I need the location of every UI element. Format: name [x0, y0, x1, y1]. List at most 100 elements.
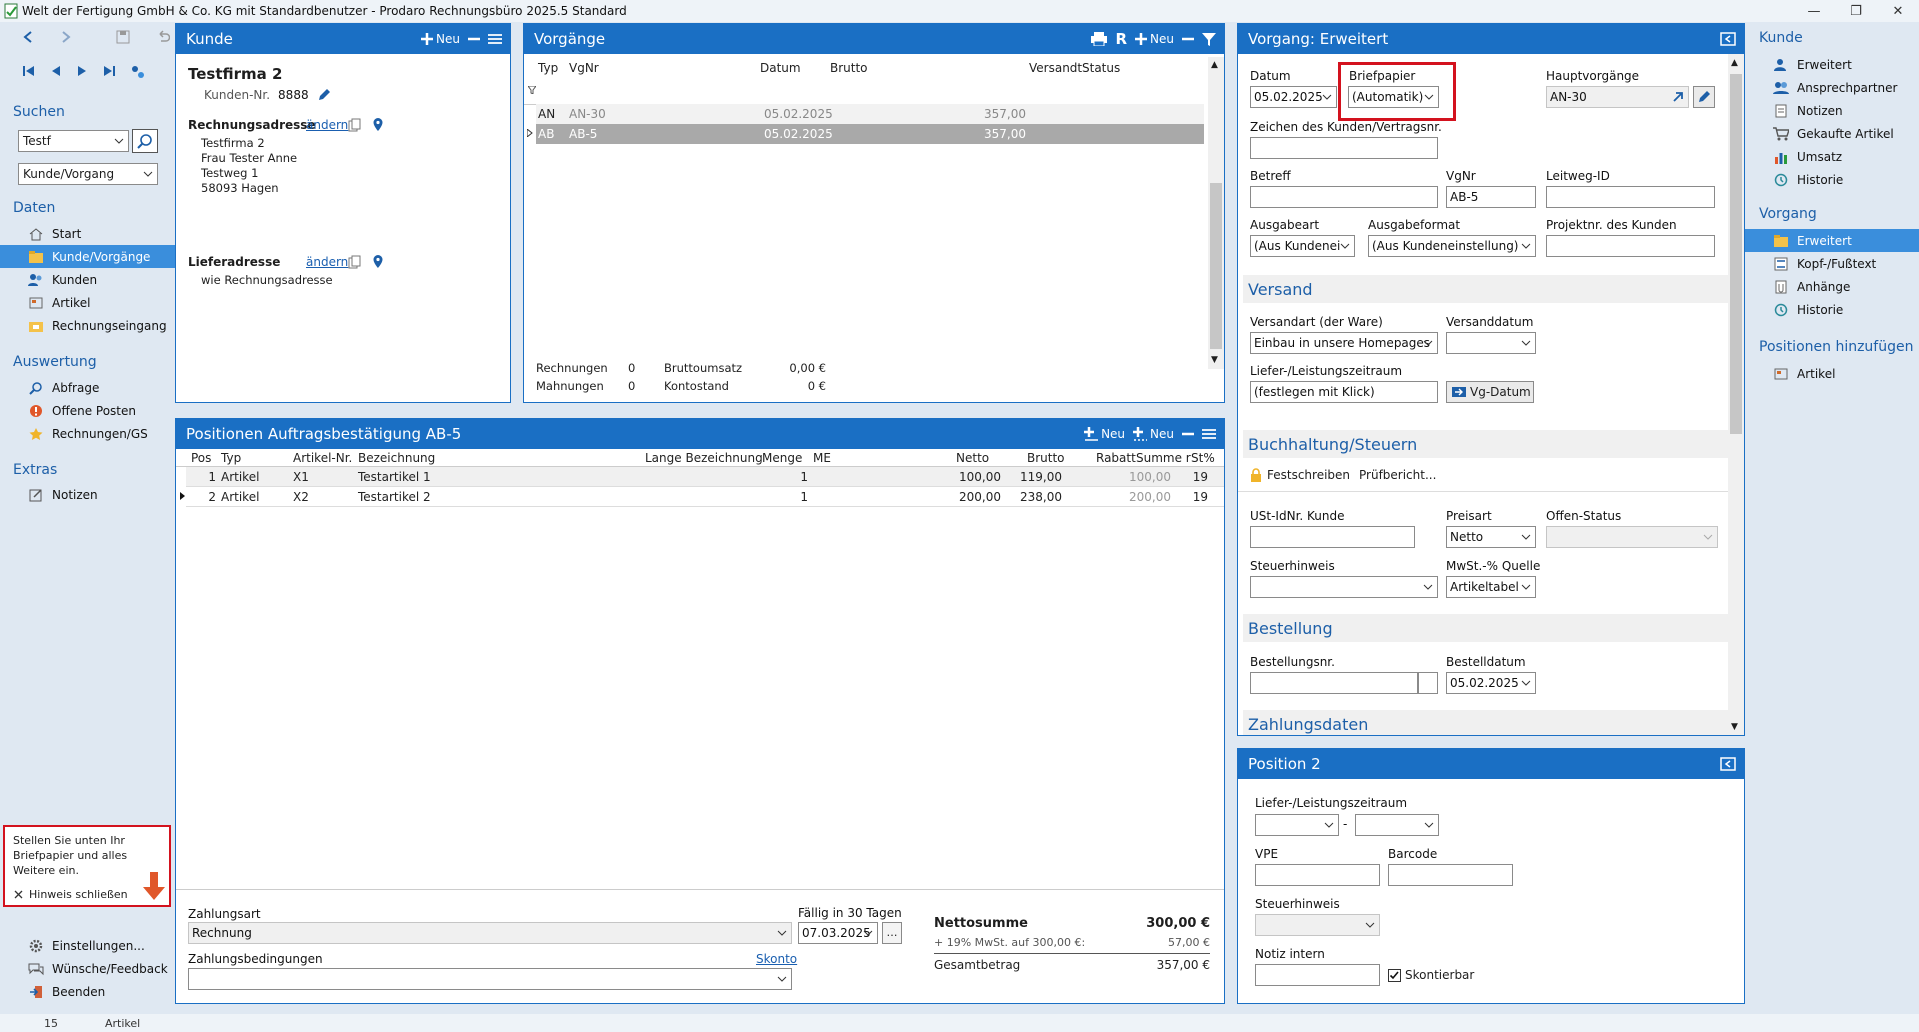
col-netto[interactable]: Netto — [956, 451, 989, 465]
table-row[interactable]: 1 Artikel X1 Testartikel 1 1 100,00 119,… — [186, 467, 1224, 487]
right-kopf-fusstext[interactable]: Kopf-/Fußtext — [1745, 252, 1919, 275]
vorgang-new-button[interactable]: Neu — [1135, 32, 1174, 46]
kunde-new-button[interactable]: Neu — [421, 32, 460, 46]
minus-icon[interactable] — [1182, 428, 1194, 440]
col-menge[interactable]: Menge — [762, 451, 802, 465]
vg-datum-button[interactable]: Vg-Datum — [1446, 381, 1534, 403]
panel-toggle-icon[interactable] — [1720, 32, 1736, 46]
previous-record-icon[interactable] — [50, 65, 62, 77]
right-umsatz[interactable]: Umsatz — [1745, 145, 1919, 168]
table-row[interactable]: 2 Artikel X2 Testartikel 2 1 200,00 238,… — [186, 487, 1224, 507]
right-anhaenge[interactable]: Anhänge — [1745, 275, 1919, 298]
vgnr-input[interactable]: AB-5 — [1446, 186, 1536, 208]
nav-einstellungen[interactable]: Einstellungen... — [0, 934, 175, 957]
search-scope-select[interactable]: Kunde/Vorgang — [18, 163, 158, 185]
first-record-icon[interactable] — [22, 65, 36, 77]
zeichen-input[interactable] — [1250, 137, 1438, 159]
notiz-intern-input[interactable] — [1255, 964, 1380, 986]
minimize-button[interactable]: — — [1793, 0, 1835, 22]
scroll-thumb[interactable] — [1730, 74, 1742, 434]
col-typ[interactable]: Typ — [221, 451, 241, 465]
right-kunde-historie[interactable]: Historie — [1745, 168, 1919, 191]
right-kunde-erweitert[interactable]: Erweitert — [1745, 53, 1919, 76]
nav-notizen[interactable]: Notizen — [0, 483, 175, 506]
nav-feedback[interactable]: Wünsche/Feedback — [0, 957, 175, 980]
scroll-down-icon[interactable]: ▼ — [1211, 355, 1218, 365]
nav-kunden[interactable]: Kunden — [0, 268, 175, 291]
pencil-icon[interactable] — [317, 88, 331, 102]
col-typ[interactable]: Typ — [538, 61, 558, 75]
related-records-icon[interactable] — [130, 65, 146, 79]
nav-offene-posten[interactable]: Offene Posten — [0, 399, 175, 422]
betreff-input[interactable] — [1250, 186, 1438, 208]
barcode-input[interactable] — [1388, 864, 1513, 886]
hauptvorgaenge-edit-button[interactable] — [1693, 86, 1715, 108]
nav-start[interactable]: Start — [0, 222, 175, 245]
versandart-select[interactable]: Einbau in unsere Homepages — [1250, 332, 1438, 354]
zahlungsart-select[interactable]: Rechnung — [188, 922, 792, 944]
position-insert-button[interactable]: Neu — [1133, 427, 1174, 441]
col-steuer[interactable]: St% — [1191, 451, 1215, 465]
bestellungsnr-extra-button[interactable] — [1418, 672, 1438, 694]
faellig-options-button[interactable]: … — [882, 922, 902, 944]
bestellungsnr-input[interactable] — [1250, 672, 1418, 694]
col-brutto[interactable]: Brutto — [830, 61, 868, 75]
ust-idnr-input[interactable] — [1250, 526, 1415, 548]
faellig-date[interactable]: 07.03.2025 — [798, 922, 878, 944]
nav-kunde-vorgaenge[interactable]: Kunde/Vorgänge — [0, 245, 175, 268]
scroll-up-icon[interactable]: ▲ — [1731, 58, 1738, 68]
scroll-thumb[interactable] — [1210, 183, 1222, 349]
nav-rechnungseingang[interactable]: Rechnungseingang — [0, 314, 175, 337]
vorgaenge-scrollbar[interactable]: ▲ ▼ — [1208, 57, 1224, 369]
filter-row-icon[interactable] — [528, 86, 536, 94]
menu-icon[interactable] — [1202, 428, 1216, 440]
right-notizen[interactable]: Notizen — [1745, 99, 1919, 122]
last-record-icon[interactable] — [102, 65, 116, 77]
briefpapier-select[interactable]: (Automatik) — [1348, 86, 1439, 108]
steuerhinweis-select[interactable] — [1250, 576, 1438, 598]
col-pos[interactable]: Pos — [191, 451, 211, 465]
ausgabeart-select[interactable]: (Aus Kundeneir — [1250, 235, 1355, 257]
skonto-link[interactable]: Skonto — [756, 952, 797, 966]
col-bezeichnung[interactable]: Bezeichnung — [358, 451, 435, 465]
preisart-select[interactable]: Netto — [1446, 526, 1536, 548]
lieferadresse-change-link[interactable]: ändern — [306, 255, 348, 269]
copy-icon[interactable] — [348, 255, 362, 269]
hint-close-button[interactable]: Hinweis schließen — [14, 888, 128, 901]
col-summe[interactable]: Summe r — [1136, 451, 1191, 465]
nav-rechnungen-gs[interactable]: Rechnungen/GS — [0, 422, 175, 445]
ausgabeformat-select[interactable]: (Aus Kundeneinstellung) — [1368, 235, 1536, 257]
nav-abfrage[interactable]: Abfrage — [0, 376, 175, 399]
rechnungsadresse-change-link[interactable]: ändern — [306, 118, 348, 132]
pos-leistung-bis[interactable] — [1355, 814, 1439, 836]
datum-input[interactable]: 05.02.2025 — [1250, 86, 1337, 108]
map-pin-icon[interactable] — [372, 254, 384, 269]
close-button[interactable]: ✕ — [1877, 0, 1919, 22]
pos-steuerhinweis-select[interactable] — [1255, 914, 1380, 936]
mwst-quelle-select[interactable]: Artikeltabelle — [1446, 576, 1536, 598]
col-lange-bezeichnung[interactable]: Lange Bezeichnung — [645, 451, 763, 465]
undo-icon[interactable] — [156, 30, 170, 44]
report-icon[interactable]: R — [1115, 30, 1127, 48]
filter-icon[interactable] — [1202, 32, 1216, 46]
nav-beenden[interactable]: Beenden — [0, 980, 175, 1003]
right-vorgang-historie[interactable]: Historie — [1745, 298, 1919, 321]
right-vorgang-erweitert[interactable]: Erweitert — [1745, 229, 1919, 252]
projektnr-input[interactable] — [1546, 235, 1715, 257]
map-pin-icon[interactable] — [372, 117, 384, 132]
versanddatum-input[interactable] — [1446, 332, 1536, 354]
minus-icon[interactable] — [1182, 33, 1194, 45]
col-rabatt[interactable]: Rabatt — [1096, 451, 1136, 465]
col-artikel-nr[interactable]: Artikel-Nr. — [293, 451, 352, 465]
next-record-icon[interactable] — [76, 65, 88, 77]
pos-leistung-von[interactable] — [1255, 814, 1339, 836]
maximize-button[interactable]: ❐ — [1835, 0, 1877, 22]
pruefbericht-button[interactable]: Prüfbericht... — [1359, 468, 1436, 482]
col-datum[interactable]: Datum — [760, 61, 801, 75]
search-input[interactable]: Testf — [18, 130, 129, 152]
scroll-up-icon[interactable]: ▲ — [1211, 60, 1218, 70]
col-brutto[interactable]: Brutto — [1027, 451, 1065, 465]
scroll-down-icon[interactable]: ▼ — [1731, 722, 1738, 732]
back-icon[interactable] — [22, 30, 34, 44]
menu-icon[interactable] — [488, 33, 502, 45]
